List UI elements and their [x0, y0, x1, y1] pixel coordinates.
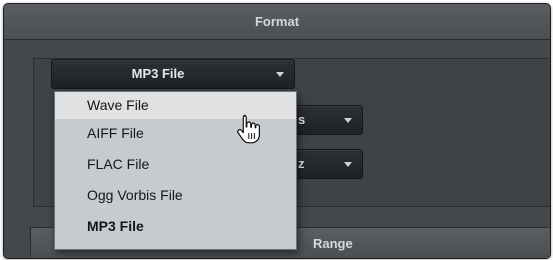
- hand-pointer-icon: [237, 114, 260, 144]
- range-section-title: Range: [313, 236, 353, 251]
- format-option-dropdown-2-value: z: [298, 156, 305, 171]
- format-section-title: Format: [254, 14, 300, 29]
- menu-item-label: FLAC File: [87, 156, 150, 172]
- menu-item-label: Wave File: [87, 97, 149, 113]
- menu-item-label: MP3 File: [87, 218, 144, 234]
- format-dropdown-value: MP3 File: [131, 66, 185, 81]
- chevron-down-icon: [344, 162, 352, 167]
- menu-item-mp3-file[interactable]: MP3 File: [55, 213, 296, 240]
- menu-item-label: Ogg Vorbis File: [87, 187, 183, 203]
- menu-item-ogg-vorbis-file[interactable]: Ogg Vorbis File: [55, 182, 296, 209]
- format-section-header: Format: [4, 4, 550, 40]
- menu-item-label: AIFF File: [87, 125, 144, 141]
- format-dropdown[interactable]: MP3 File: [51, 59, 295, 89]
- menu-item-flac-file[interactable]: FLAC File: [55, 151, 296, 178]
- export-settings-panel: Format MP3 File s z Range Wave File AIFF…: [3, 3, 551, 259]
- chevron-down-icon: [344, 118, 352, 123]
- format-option-dropdown-1-value: s: [298, 112, 306, 127]
- chevron-down-icon: [276, 72, 284, 77]
